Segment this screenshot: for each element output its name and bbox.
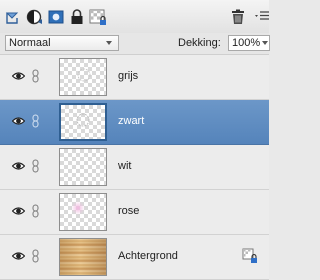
link-icon[interactable]	[32, 204, 39, 218]
layer-thumbnail[interactable]	[59, 148, 107, 186]
opacity-value: 100%	[232, 37, 261, 49]
layer-row-rose[interactable]: rose	[0, 190, 269, 235]
new-layer-icon[interactable]	[4, 7, 24, 27]
layer-thumbnail[interactable]	[59, 193, 107, 231]
layer-name[interactable]: zwart	[118, 115, 144, 127]
chevron-down-icon	[106, 41, 112, 45]
layer-name[interactable]: rose	[118, 205, 139, 217]
add-layer-mask-icon[interactable]	[46, 7, 66, 27]
layer-name[interactable]: Achtergrond	[118, 250, 178, 262]
link-icon[interactable]	[32, 114, 39, 128]
layer-thumbnail[interactable]	[59, 238, 107, 276]
visibility-eye-icon[interactable]	[12, 71, 25, 81]
background-lock-icon	[242, 248, 258, 264]
link-icon[interactable]	[32, 159, 39, 173]
visibility-eye-icon[interactable]	[12, 251, 25, 261]
layer-row-wit[interactable]: wit	[0, 145, 269, 190]
new-adjustment-layer-icon[interactable]	[25, 7, 45, 27]
visibility-eye-icon[interactable]	[12, 116, 25, 126]
layer-thumbnail[interactable]	[59, 103, 107, 141]
layer-thumbnail[interactable]	[59, 58, 107, 96]
lock-all-icon[interactable]	[67, 7, 87, 27]
opacity-label: Dekking:	[178, 37, 221, 49]
link-icon[interactable]	[32, 249, 39, 263]
lock-transparency-icon[interactable]	[88, 7, 108, 27]
layer-row-achtergrond[interactable]: Achtergrond	[0, 235, 269, 280]
layer-options-bar: Normaal Dekking: 100%	[0, 33, 270, 55]
link-icon[interactable]	[32, 69, 39, 83]
layer-name[interactable]: grijs	[118, 70, 138, 82]
layer-row-zwart[interactable]: zwart	[0, 100, 269, 145]
visibility-eye-icon[interactable]	[12, 206, 25, 216]
delete-layer-icon[interactable]	[228, 7, 248, 27]
blend-mode-value: Normaal	[9, 37, 51, 49]
panel-menu-icon[interactable]	[254, 10, 269, 22]
layer-row-grijs[interactable]: grijs	[0, 55, 269, 100]
visibility-eye-icon[interactable]	[12, 161, 25, 171]
blend-mode-dropdown[interactable]: Normaal	[5, 35, 119, 51]
layers-toolbar	[0, 0, 269, 33]
opacity-dropdown-icon[interactable]	[262, 41, 268, 45]
layers-list: grijs zwart wit rose Achtergrond	[0, 55, 269, 280]
opacity-field[interactable]: 100%	[228, 35, 270, 51]
layer-name[interactable]: wit	[118, 160, 131, 172]
